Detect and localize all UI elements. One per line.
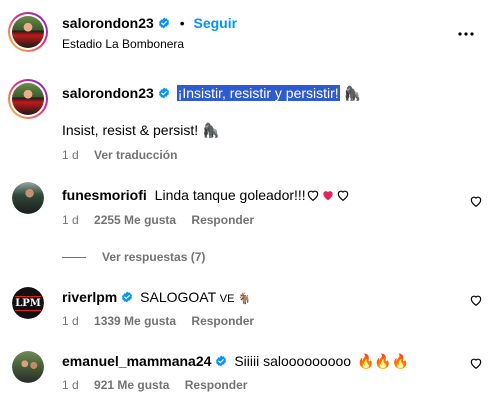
avatar-logo-text: LPM bbox=[15, 295, 41, 311]
header-line: salorondon23 • Seguir bbox=[62, 15, 237, 31]
comment-line: emanuel_mammana24 Siiiii salooooooooo 🔥🔥… bbox=[62, 353, 409, 370]
more-options-icon[interactable] bbox=[454, 22, 478, 46]
caption-translation: Insist, resist & persist! 🦍 bbox=[62, 122, 219, 139]
see-translation-link[interactable]: Ver traducción bbox=[94, 148, 177, 162]
comment-likes[interactable]: 921 Me gusta bbox=[94, 378, 169, 392]
comment-emoji: 🔥🔥🔥 bbox=[356, 353, 410, 369]
comment-username[interactable]: funesmoriofi bbox=[62, 187, 147, 203]
comment-avatar-emanuel[interactable] bbox=[12, 351, 44, 383]
translation-text: Insist, resist & persist! bbox=[62, 122, 199, 138]
comment-text: Siiiii salooooooooo bbox=[234, 353, 352, 369]
verified-badge-icon bbox=[158, 17, 169, 29]
like-heart-icon[interactable] bbox=[469, 194, 483, 208]
caption-avatar[interactable] bbox=[8, 79, 48, 119]
header-username[interactable]: salorondon23 bbox=[62, 15, 154, 31]
comment-time[interactable]: 1 d bbox=[62, 314, 79, 328]
caption-text: ¡Insistir, resistir y persistir! bbox=[176, 85, 340, 101]
comment-meta: 1 d 921 Me gusta Responder bbox=[62, 378, 247, 392]
like-heart-icon[interactable] bbox=[469, 293, 483, 307]
verified-badge-icon bbox=[216, 355, 227, 367]
caption-meta: 1 d Ver traducción bbox=[62, 148, 177, 162]
heart-outline-icon bbox=[307, 190, 318, 201]
caption-line: salorondon23 ¡Insistir, resistir y persi… bbox=[62, 85, 361, 102]
view-replies[interactable]: Ver respuestas (7) bbox=[62, 248, 205, 264]
follow-button[interactable]: Seguir bbox=[193, 15, 237, 31]
location-link[interactable]: Estadio La Bombonera bbox=[62, 37, 184, 51]
translation-emoji: 🦍 bbox=[202, 122, 220, 138]
comment-avatar-funesmoriofi[interactable] bbox=[12, 182, 44, 214]
comment-line: funesmoriofi Linda tanque goleador!!! bbox=[62, 187, 350, 203]
verified-badge-icon bbox=[158, 87, 169, 99]
verified-badge-icon bbox=[122, 291, 133, 303]
comment-text: SALOGOAT bbox=[140, 289, 216, 305]
comment-avatar-riverlpm[interactable]: LPM bbox=[12, 287, 44, 319]
comment-line: riverlpm SALOGOAT VE 🐐 bbox=[62, 289, 251, 305]
caption-emoji: 🦍 bbox=[343, 85, 362, 101]
comment-username[interactable]: emanuel_mammana24 bbox=[62, 353, 211, 369]
header-avatar[interactable] bbox=[8, 12, 48, 52]
divider bbox=[62, 256, 86, 258]
heart-filled-icon bbox=[323, 191, 333, 201]
comment-text: Linda tanque goleador!!! bbox=[154, 187, 306, 203]
comment-username[interactable]: riverlpm bbox=[62, 289, 117, 305]
reply-button[interactable]: Responder bbox=[191, 314, 254, 328]
header-separator: • bbox=[179, 15, 185, 31]
comment-likes[interactable]: 1339 Me gusta bbox=[94, 314, 176, 328]
comment-time[interactable]: 1 d bbox=[62, 378, 79, 392]
heart-outline-icon bbox=[337, 190, 348, 201]
caption-username[interactable]: salorondon23 bbox=[62, 85, 154, 101]
comment-emoji: VE 🐐 bbox=[219, 293, 252, 305]
comment-meta: 1 d 1339 Me gusta Responder bbox=[62, 314, 254, 328]
reply-button[interactable]: Responder bbox=[191, 213, 254, 227]
comment-time[interactable]: 1 d bbox=[62, 213, 79, 227]
view-replies-label[interactable]: Ver respuestas (7) bbox=[102, 250, 205, 264]
reply-button[interactable]: Responder bbox=[185, 378, 248, 392]
comment-likes[interactable]: 2255 Me gusta bbox=[94, 213, 176, 227]
comment-meta: 1 d 2255 Me gusta Responder bbox=[62, 213, 254, 227]
like-heart-icon[interactable] bbox=[469, 356, 483, 370]
caption-time[interactable]: 1 d bbox=[62, 148, 79, 162]
